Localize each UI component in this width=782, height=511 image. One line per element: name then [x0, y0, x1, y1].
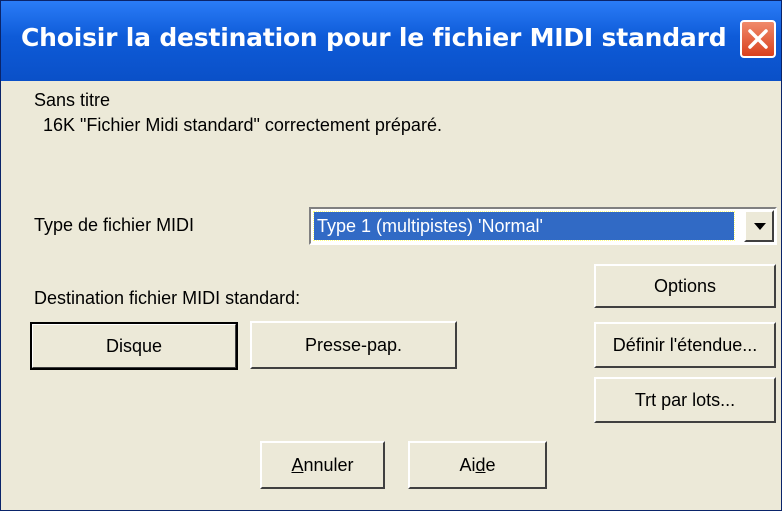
- song-name: Sans titre: [34, 90, 111, 110]
- cancel-button[interactable]: Annuler: [260, 441, 385, 489]
- cancel-button-label: Annuler: [291, 454, 354, 475]
- clipboard-button-label: Presse-pap.: [304, 334, 403, 355]
- options-button-label: Options: [653, 275, 717, 296]
- help-button-label: Aide: [459, 454, 496, 475]
- define-range-button[interactable]: Définir l'étendue...: [594, 322, 776, 368]
- batch-button[interactable]: Trt par lots...: [594, 377, 776, 423]
- help-button[interactable]: Aide: [408, 441, 547, 489]
- chevron-down-icon: [754, 223, 766, 230]
- batch-button-label: Trt par lots...: [634, 389, 736, 410]
- close-button[interactable]: [740, 20, 776, 58]
- dialog-window: Choisir la destination pour le fichier M…: [0, 0, 782, 511]
- file-type-value: Type 1 (multipistes) 'Normal': [313, 211, 735, 241]
- dialog-title: Choisir la destination pour le fichier M…: [21, 23, 727, 52]
- clipboard-button[interactable]: Presse-pap.: [250, 321, 457, 369]
- dropdown-button[interactable]: [744, 210, 774, 242]
- destination-label: Destination fichier MIDI standard:: [34, 288, 301, 308]
- file-type-label: Type de fichier MIDI: [34, 215, 195, 235]
- define-range-button-label: Définir l'étendue...: [612, 334, 758, 355]
- status-message: 16K "Fichier Midi standard" correctement…: [43, 115, 442, 135]
- close-icon: [748, 29, 768, 49]
- title-bar[interactable]: Choisir la destination pour le fichier M…: [1, 1, 781, 81]
- options-button[interactable]: Options: [594, 264, 776, 308]
- disk-button-label: Disque: [105, 335, 163, 356]
- disk-button[interactable]: Disque: [30, 322, 238, 370]
- file-type-select[interactable]: Type 1 (multipistes) 'Normal': [309, 207, 777, 245]
